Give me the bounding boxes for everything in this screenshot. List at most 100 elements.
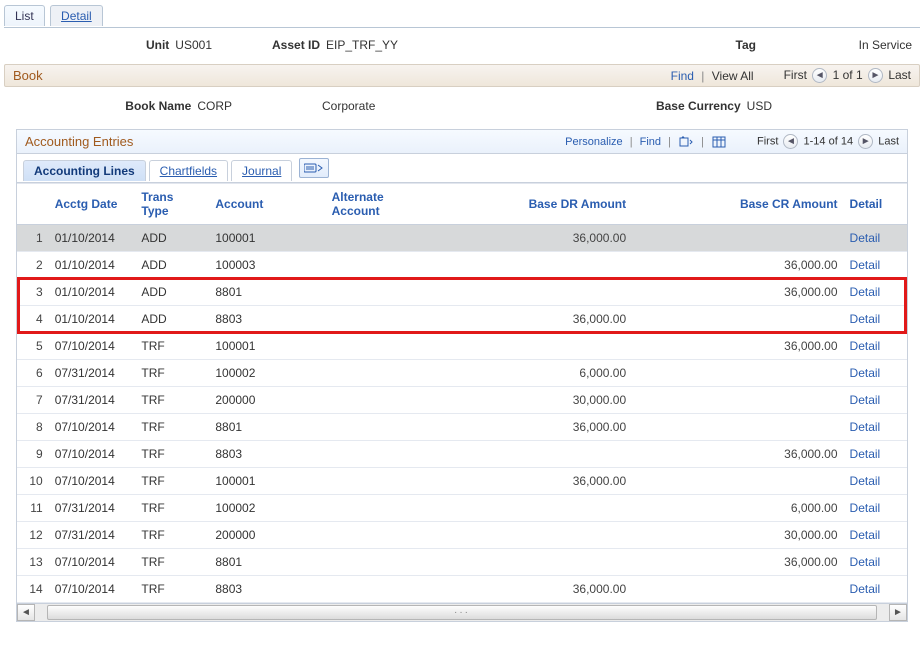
cell-alternate-account (326, 225, 421, 252)
cell-account: 8801 (209, 414, 325, 441)
col-account[interactable]: Account (209, 184, 325, 225)
table-row[interactable]: 201/10/2014ADD10000336,000.00Detail (17, 252, 907, 279)
table-row[interactable]: 1007/10/2014TRF10000136,000.00Detail (17, 468, 907, 495)
cell-alternate-account (326, 306, 421, 333)
book-name-value: CORP (197, 99, 232, 113)
scroll-left-button[interactable]: ◄ (17, 604, 35, 621)
col-base-cr-amount[interactable]: Base CR Amount (632, 184, 843, 225)
detail-link[interactable]: Detail (850, 501, 881, 515)
cell-account: 200000 (209, 387, 325, 414)
tag-label: Tag (736, 38, 756, 52)
detail-link[interactable]: Detail (850, 285, 881, 299)
tab-accounting-lines[interactable]: Accounting Lines (23, 160, 146, 181)
detail-link[interactable]: Detail (850, 474, 881, 488)
col-base-dr-amount[interactable]: Base DR Amount (421, 184, 632, 225)
tab-chartfields[interactable]: Chartfields (149, 160, 228, 181)
col-acctg-date[interactable]: Acctg Date (49, 184, 136, 225)
grid-title: Accounting Entries (25, 134, 133, 149)
cell-alternate-account (326, 468, 421, 495)
cell-base-cr: 6,000.00 (632, 495, 843, 522)
detail-link[interactable]: Detail (850, 366, 881, 380)
table-row[interactable]: 1407/10/2014TRF880336,000.00Detail (17, 576, 907, 603)
cell-acctg-date: 01/10/2014 (49, 225, 136, 252)
cell-row-number: 3 (17, 279, 49, 306)
detail-link[interactable]: Detail (850, 420, 881, 434)
table-row[interactable]: 1107/31/2014TRF1000026,000.00Detail (17, 495, 907, 522)
base-currency-label: Base Currency (656, 99, 741, 113)
book-prev-button[interactable]: ◄ (812, 68, 827, 83)
cell-trans-type: TRF (135, 333, 209, 360)
detail-link[interactable]: Detail (850, 393, 881, 407)
col-trans-type[interactable]: Trans Type (135, 184, 209, 225)
table-row[interactable]: 401/10/2014ADD880336,000.00Detail (17, 306, 907, 333)
cell-trans-type: TRF (135, 522, 209, 549)
detail-link[interactable]: Detail (850, 258, 881, 272)
detail-link[interactable]: Detail (850, 528, 881, 542)
table-row[interactable]: 907/10/2014TRF880336,000.00Detail (17, 441, 907, 468)
grid-prev-button[interactable]: ◄ (783, 134, 798, 149)
table-row[interactable]: 1307/10/2014TRF880136,000.00Detail (17, 549, 907, 576)
cell-alternate-account (326, 387, 421, 414)
cell-base-cr: 36,000.00 (632, 549, 843, 576)
cell-row-number: 13 (17, 549, 49, 576)
asset-id-value: EIP_TRF_YY (326, 38, 398, 52)
cell-row-number: 4 (17, 306, 49, 333)
cell-trans-type: TRF (135, 549, 209, 576)
detail-link[interactable]: Detail (850, 447, 881, 461)
col-row-number[interactable] (17, 184, 49, 225)
cell-row-number: 10 (17, 468, 49, 495)
col-detail[interactable]: Detail (844, 184, 907, 225)
cell-base-cr (632, 225, 843, 252)
header-row: Unit US001 Asset ID EIP_TRF_YY Tag In Se… (4, 28, 920, 64)
table-row[interactable]: 707/31/2014TRF20000030,000.00Detail (17, 387, 907, 414)
book-view-all: View All (712, 69, 754, 83)
tab-detail[interactable]: Detail (50, 5, 103, 26)
accounting-lines-table: Acctg Date Trans Type Account Alternate … (17, 183, 907, 603)
table-row[interactable]: 607/31/2014TRF1000026,000.00Detail (17, 360, 907, 387)
book-find-link[interactable]: Find (671, 69, 694, 83)
cell-account: 100002 (209, 495, 325, 522)
grid-find-link[interactable]: Find (640, 136, 661, 148)
grid-h-scrollbar[interactable]: ◄ ··· ► (17, 603, 907, 621)
table-row[interactable]: 807/10/2014TRF880136,000.00Detail (17, 414, 907, 441)
cell-base-cr (632, 306, 843, 333)
cell-base-cr: 30,000.00 (632, 522, 843, 549)
tab-list[interactable]: List (4, 5, 45, 26)
table-row[interactable]: 301/10/2014ADD880136,000.00Detail (17, 279, 907, 306)
zoom-icon[interactable] (678, 135, 694, 149)
scroll-thumb[interactable]: ··· (47, 605, 877, 620)
cell-account: 8803 (209, 441, 325, 468)
show-all-columns-button[interactable] (299, 158, 329, 178)
cell-account: 100002 (209, 360, 325, 387)
cell-acctg-date: 07/31/2014 (49, 522, 136, 549)
cell-acctg-date: 07/31/2014 (49, 387, 136, 414)
detail-link[interactable]: Detail (850, 555, 881, 569)
col-alternate-account[interactable]: Alternate Account (326, 184, 421, 225)
cell-trans-type: ADD (135, 252, 209, 279)
book-name-label: Book Name (125, 99, 191, 113)
cell-account: 100001 (209, 333, 325, 360)
cell-base-dr (421, 441, 632, 468)
detail-link[interactable]: Detail (850, 231, 881, 245)
cell-alternate-account (326, 549, 421, 576)
download-icon[interactable] (711, 135, 727, 149)
cell-trans-type: TRF (135, 495, 209, 522)
tab-journal[interactable]: Journal (231, 160, 292, 181)
table-row[interactable]: 101/10/2014ADD10000136,000.00Detail (17, 225, 907, 252)
grid-personalize-link[interactable]: Personalize (565, 136, 622, 148)
table-row[interactable]: 1207/31/2014TRF20000030,000.00Detail (17, 522, 907, 549)
cell-row-number: 12 (17, 522, 49, 549)
grid-next-button[interactable]: ► (858, 134, 873, 149)
scroll-right-button[interactable]: ► (889, 604, 907, 621)
cell-acctg-date: 07/10/2014 (49, 549, 136, 576)
cell-base-dr: 36,000.00 (421, 225, 632, 252)
cell-base-dr (421, 549, 632, 576)
cell-base-cr: 36,000.00 (632, 252, 843, 279)
cell-acctg-date: 01/10/2014 (49, 306, 136, 333)
detail-link[interactable]: Detail (850, 582, 881, 596)
detail-link[interactable]: Detail (850, 339, 881, 353)
detail-link[interactable]: Detail (850, 312, 881, 326)
cell-trans-type: ADD (135, 306, 209, 333)
book-next-button[interactable]: ► (868, 68, 883, 83)
table-row[interactable]: 507/10/2014TRF10000136,000.00Detail (17, 333, 907, 360)
